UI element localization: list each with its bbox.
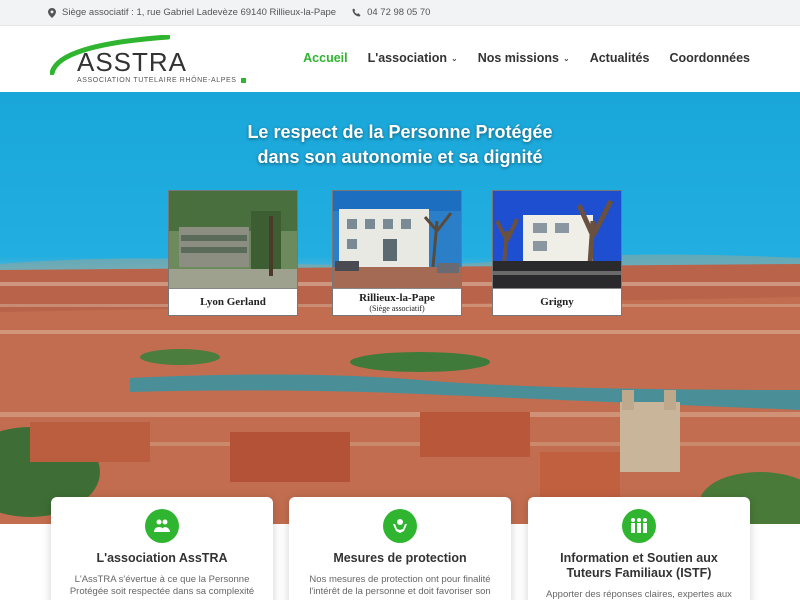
site-card-label: Grigny [493, 288, 621, 315]
site-card-label: Rillieux-la-Pape (Siège associatif) [333, 288, 461, 315]
top-info-bar: Siège associatif : 1, rue Gabriel Ladevè… [0, 0, 800, 26]
nav-item-accueil[interactable]: Accueil [303, 51, 347, 65]
feature-text: Apporter des réponses claires, expertes … [546, 589, 732, 600]
family-icon [622, 509, 656, 543]
feature-title: Information et Soutien aux Tuteurs Famil… [560, 551, 718, 580]
site-logo[interactable]: ASSTRA ASSOCIATION TUTELAIRE RHÔNE-ALPES [50, 35, 250, 87]
group-icon [145, 509, 179, 543]
feature-title: L'association AssTRA [96, 551, 228, 565]
nav-item-association[interactable]: L'association ⌄ [368, 51, 458, 65]
site-header: ASSTRA ASSOCIATION TUTELAIRE RHÔNE-ALPES… [0, 27, 800, 92]
feature-card-istf[interactable]: Information et Soutien aux Tuteurs Famil… [528, 497, 750, 600]
nav-item-actualites[interactable]: Actualités [590, 51, 650, 65]
phone-text[interactable]: 04 72 98 05 70 [367, 7, 430, 18]
grigny-photo [493, 191, 621, 288]
chevron-down-icon: ⌄ [451, 53, 458, 63]
feature-title: Mesures de protection [333, 551, 467, 565]
phone-icon [352, 8, 361, 17]
address-text: Siège associatif : 1, rue Gabriel Ladevè… [62, 7, 337, 18]
chevron-down-icon: ⌄ [562, 53, 570, 63]
site-card-rillieux[interactable]: Rillieux-la-Pape (Siège associatif) [332, 190, 462, 316]
site-card-label: Lyon Gerland [169, 288, 297, 315]
site-card-lyon-gerland[interactable]: Lyon Gerland [168, 190, 298, 316]
feature-card-mesures[interactable]: Mesures de protection Nos mesures de pro… [289, 497, 511, 600]
hands-protect-icon [383, 509, 417, 543]
map-marker-icon [48, 7, 56, 18]
site-card-grigny[interactable]: Grigny [492, 190, 622, 316]
nav-item-coordonnees[interactable]: Coordonnées [669, 51, 750, 65]
feature-text: Nos mesures de protection ont pour final… [309, 574, 491, 597]
feature-card-association[interactable]: L'association AssTRA L'AssTRA s'évertue … [51, 497, 273, 600]
address-item: Siège associatif : 1, rue Gabriel Ladevè… [48, 7, 336, 18]
phone-item[interactable]: 04 72 98 05 70 [352, 7, 430, 18]
rillieux-photo [333, 191, 461, 288]
logo-name: ASSTRA [77, 47, 188, 77]
hero-title: Le respect de la Personne Protégée dans … [247, 122, 553, 167]
nav-item-missions[interactable]: Nos missions ⌄ [478, 51, 570, 65]
feature-text: L'AssTRA s'évertue à ce que la Personne … [69, 574, 255, 600]
lyon-gerland-photo [169, 191, 297, 288]
logo-tagline: ASSOCIATION TUTELAIRE RHÔNE-ALPES [77, 77, 246, 84]
main-nav: Accueil L'association ⌄ Nos missions ⌄ Act… [283, 51, 750, 65]
hero-banner: Le respect de la Personne Protégée dans … [0, 92, 800, 524]
